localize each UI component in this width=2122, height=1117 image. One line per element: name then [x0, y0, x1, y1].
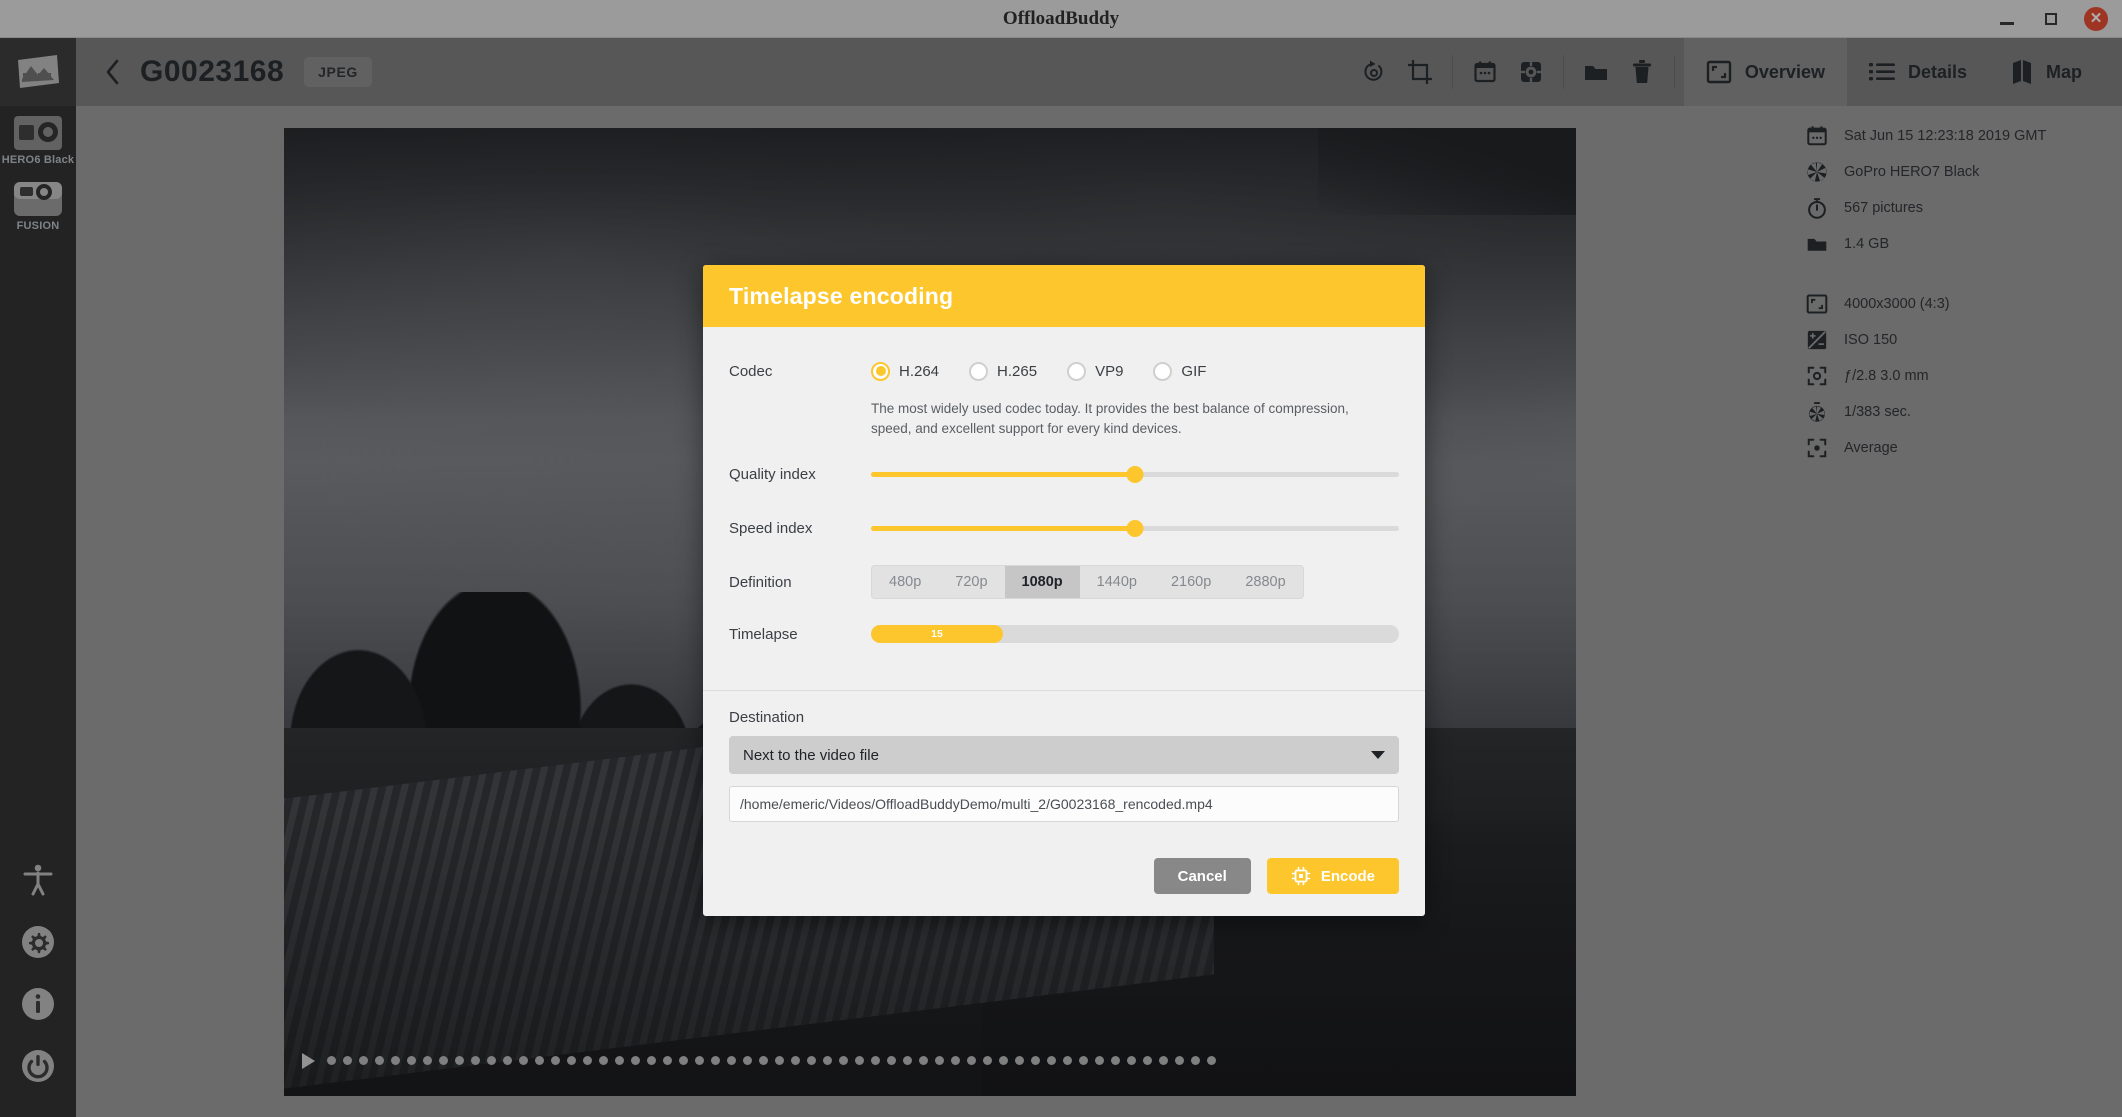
dialog-header: Timelapse encoding	[703, 265, 1425, 327]
codec-option-label: H.264	[899, 362, 940, 380]
definition-option-720p[interactable]: 720p	[938, 566, 1004, 598]
timelapse-row: Timelapse 15	[729, 612, 1399, 656]
timelapse-slider-fill: 15	[871, 625, 1003, 644]
dialog-body: Codec H.264 H.265 VP9 GIF The most widely u…	[703, 327, 1425, 674]
quality-slider-knob[interactable]	[1126, 465, 1144, 483]
codec-option-h265[interactable]: H.265	[969, 361, 1038, 381]
encode-button-label: Encode	[1320, 867, 1375, 885]
timelapse-label: Timelapse	[729, 625, 798, 643]
codec-option-h264[interactable]: H.264	[871, 361, 940, 381]
dialog-title: Timelapse encoding	[729, 282, 954, 309]
cancel-button[interactable]: Cancel	[1153, 858, 1251, 895]
codec-option-label: GIF	[1181, 362, 1207, 380]
radio-button[interactable]	[871, 361, 890, 381]
definition-option-2160p[interactable]: 2160p	[1154, 566, 1228, 598]
quality-slider[interactable]	[871, 463, 1399, 485]
destination-path-input[interactable]: /home/emeric/Videos/OffloadBuddyDemo/mul…	[729, 786, 1399, 823]
codec-option-vp9[interactable]: VP9	[1067, 361, 1124, 381]
codec-description: The most widely used codec today. It pro…	[871, 401, 1349, 436]
quality-slider-fill	[871, 471, 1135, 477]
codec-label: Codec	[729, 362, 773, 380]
codec-option-label: VP9	[1095, 362, 1124, 380]
timelapse-value: 15	[931, 628, 943, 641]
definition-option-1080p[interactable]: 1080p	[1004, 566, 1080, 599]
codec-radio-group[interactable]: H.264 H.265 VP9 GIF	[871, 361, 1399, 381]
chevron-down-icon	[1371, 751, 1385, 760]
quality-label: Quality index	[729, 465, 816, 483]
speed-slider-fill	[871, 525, 1135, 531]
definition-option-480p[interactable]: 480p	[872, 566, 938, 598]
codec-option-gif[interactable]: GIF	[1153, 361, 1207, 381]
destination-section: Destination Next to the video file /home…	[703, 691, 1425, 916]
cpu-chip-icon	[1291, 866, 1311, 886]
definition-label: Definition	[729, 573, 792, 591]
radio-button[interactable]	[1067, 361, 1087, 381]
destination-select-value: Next to the video file	[743, 746, 879, 764]
destination-select[interactable]: Next to the video file	[729, 736, 1399, 775]
definition-option-1440p[interactable]: 1440p	[1080, 566, 1154, 598]
definition-segmented-control[interactable]: 480p 720p 1080p 1440p 2160p 2880p	[871, 565, 1304, 600]
timelapse-slider[interactable]: 15	[871, 625, 1399, 644]
timelapse-encoding-dialog: Timelapse encoding Codec H.264 H.265 VP9 GI…	[703, 265, 1425, 917]
codec-option-label: H.265	[997, 362, 1038, 380]
radio-button[interactable]	[1153, 361, 1173, 381]
speed-label: Speed index	[729, 519, 813, 537]
codec-row: Codec H.264 H.265 VP9 GIF	[729, 349, 1399, 393]
speed-slider[interactable]	[871, 517, 1399, 539]
definition-row: Definition 480p 720p 1080p 1440p 2160p 2880p	[729, 560, 1399, 604]
encode-button[interactable]: Encode	[1266, 858, 1399, 895]
radio-button[interactable]	[969, 361, 989, 381]
definition-option-2880p[interactable]: 2880p	[1228, 566, 1302, 598]
speed-slider-knob[interactable]	[1126, 519, 1144, 537]
dialog-actions: Cancel Encode	[729, 858, 1399, 895]
speed-row: Speed index	[729, 506, 1399, 550]
destination-label: Destination	[729, 709, 805, 727]
app-root: OffloadBuddy ✕ HERO6 Black FUSION G00231…	[0, 0, 2122, 1117]
quality-row: Quality index	[729, 452, 1399, 496]
